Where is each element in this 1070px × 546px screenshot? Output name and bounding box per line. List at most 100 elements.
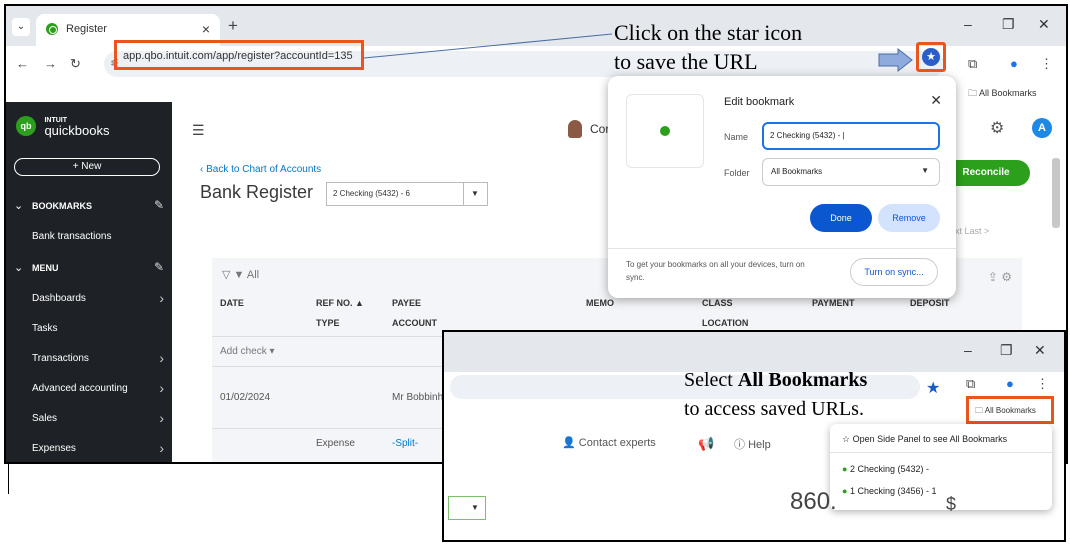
edit-pencil-icon[interactable]: ✎ [154, 198, 164, 212]
turn-on-sync-button[interactable]: Turn on sync... [850, 258, 938, 286]
gear-icon[interactable]: ⚙ [990, 118, 1004, 138]
url-text[interactable]: app.qbo.intuit.com/app/register?accountI… [123, 50, 353, 62]
star-icon[interactable]: ★ [922, 48, 940, 66]
back-to-chart-link[interactable]: ‹ Back to Chart of Accounts [200, 164, 321, 175]
add-check-dropdown[interactable]: Add check ▾ [220, 346, 275, 357]
close-icon[interactable]: ✕ [930, 92, 942, 109]
close-window-button[interactable]: ✕ [1034, 342, 1046, 359]
chevron-right-icon: › [159, 350, 164, 366]
bookmark-item-1-checking[interactable]: ● 1 Checking (3456) - 1 [842, 486, 937, 496]
column-header[interactable]: DATE [220, 298, 244, 308]
done-button[interactable]: Done [810, 204, 872, 232]
chrome-menu-icon[interactable]: ⋮ [1040, 56, 1053, 72]
close-window-button[interactable]: ✕ [1038, 16, 1050, 33]
minimize-button[interactable]: – [964, 342, 972, 358]
divider-line [8, 464, 9, 494]
extensions-icon[interactable]: ⧉ [966, 376, 975, 392]
user-avatar[interactable]: A [1032, 118, 1052, 138]
chevron-right-icon: › [159, 290, 164, 306]
all-bookmarks-button[interactable]: 🗀 All Bookmarks [966, 396, 1054, 424]
chevron-right-icon: › [159, 380, 164, 396]
bookmarks-section[interactable]: ⌄ BOOKMARKS ✎ [6, 192, 172, 222]
column-header[interactable]: TYPE [316, 318, 340, 328]
contact-experts-link[interactable]: 👤 Contact experts [562, 436, 656, 449]
sidebar-item-dashboards[interactable]: Dashboards › [6, 284, 172, 314]
all-bookmarks-folder[interactable]: 🗀 All Bookmarks [968, 86, 1037, 102]
chevron-down-icon: ▼ [921, 166, 929, 175]
sidebar-item-transactions[interactable]: Transactions › [6, 344, 172, 374]
open-side-panel-item[interactable]: ☆ Open Side Panel to see All Bookmarks [842, 434, 1007, 445]
name-label: Name [724, 132, 749, 142]
bookmark-name-input[interactable]: 2 Checking (5432) - | [762, 122, 940, 150]
account-select-value: 2 Checking (5432) - 6 [333, 189, 410, 198]
column-header[interactable]: LOCATION [702, 318, 748, 328]
minimize-button[interactable]: – [964, 16, 972, 32]
brand-big: quickbooks [44, 123, 110, 138]
sidebar-item-advanced-accounting[interactable]: Advanced accounting › [6, 374, 172, 404]
sidebar-item-tasks[interactable]: Tasks [6, 314, 172, 344]
sidebar-item-label: Bank transactions [32, 231, 112, 242]
column-header[interactable]: ACCOUNT [392, 318, 437, 328]
qb-sidebar: qb INTUIT quickbooks + New ⌄ BOOKMARKS ✎… [6, 102, 172, 462]
help-link[interactable]: ⓘ Help [734, 436, 771, 452]
column-header[interactable]: DEPOSIT [910, 298, 950, 308]
column-header[interactable]: PAYEE [392, 298, 421, 308]
sidebar-item-label: Transactions [32, 353, 89, 364]
all-bookmarks-menu: ☆ Open Side Panel to see All Bookmarks ●… [830, 424, 1052, 510]
row-type: Expense [316, 438, 355, 449]
forward-icon[interactable]: → [44, 56, 57, 71]
sidebar-item-expenses[interactable]: Expenses › [6, 434, 172, 462]
row-account[interactable]: -Split- [392, 438, 418, 449]
account-select[interactable]: 2 Checking (5432) - 6 ▼ [326, 182, 488, 206]
chevron-down-icon: ▼ [471, 503, 479, 512]
sidebar-item-label: Sales [32, 413, 58, 424]
tab-search-icon[interactable]: ⌄ [12, 18, 30, 36]
menu-section[interactable]: ⌄ MENU ✎ [6, 254, 172, 284]
edit-bookmark-popup: Edit bookmark ✕ Name 2 Checking (5432) -… [608, 76, 956, 298]
quickbooks-favicon-icon [660, 126, 670, 136]
menu-toggle-icon[interactable]: ☰ [192, 122, 205, 139]
sidebar-item-sales[interactable]: Sales › [6, 404, 172, 434]
tab-close-icon[interactable]: × [202, 21, 210, 37]
contact-experts-link[interactable]: Cor [590, 122, 609, 136]
column-header[interactable]: CLASS [702, 298, 733, 308]
profile-icon[interactable]: ● [1006, 376, 1014, 391]
column-header[interactable]: PAYMENT [812, 298, 855, 308]
tab-title: Register [66, 23, 107, 35]
quickbooks-favicon-icon [46, 23, 58, 35]
row-date: 01/02/2024 [220, 392, 271, 403]
quickbooks-logo: qb INTUIT quickbooks [16, 116, 110, 138]
reload-icon[interactable]: ↻ [70, 56, 81, 72]
star-icon[interactable]: ★ [926, 378, 940, 398]
annotation-star-instruction: Click on the star icon to save the URL [614, 20, 803, 74]
back-icon[interactable]: ← [16, 56, 29, 71]
bookmark-item-2-checking[interactable]: ● 2 Checking (5432) - [842, 464, 929, 474]
account-select[interactable]: ▼ [448, 496, 486, 520]
bookmark-star-button[interactable]: ★ [916, 42, 946, 72]
profile-icon[interactable]: ● [1010, 56, 1018, 71]
remove-button[interactable]: Remove [878, 204, 940, 232]
restore-button[interactable]: ❐ [1002, 16, 1015, 33]
menu-header: MENU [32, 263, 59, 273]
sidebar-item-label: Tasks [32, 323, 58, 334]
chevron-down-icon: ⌄ [14, 200, 24, 212]
extensions-icon[interactable]: ⧉ [968, 56, 977, 72]
bookmark-folder-select[interactable]: All Bookmarks ▼ [762, 158, 940, 186]
restore-button[interactable]: ❐ [1000, 342, 1013, 359]
megaphone-icon[interactable]: 📢 [698, 436, 714, 452]
new-tab-button[interactable]: + [228, 16, 238, 36]
chevron-down-icon: ▼ [471, 189, 479, 198]
chevron-down-icon: ⌄ [14, 262, 24, 274]
sidebar-item-bank-transactions[interactable]: Bank transactions [6, 222, 172, 252]
edit-pencil-icon[interactable]: ✎ [154, 260, 164, 274]
column-header[interactable]: MEMO [586, 298, 614, 308]
page-title: Bank Register [200, 182, 314, 202]
sidebar-item-label: Expenses [32, 443, 76, 454]
bookmarks-header: BOOKMARKS [32, 201, 92, 211]
filter-icon[interactable]: ▽ ▼ All [222, 268, 259, 281]
scrollbar[interactable] [1052, 158, 1060, 228]
column-header[interactable]: REF NO. ▲ [316, 298, 364, 308]
chrome-menu-icon[interactable]: ⋮ [1036, 376, 1049, 392]
export-settings-icons[interactable]: ⇪ ⚙ [988, 270, 1012, 284]
new-button[interactable]: + New [14, 158, 160, 176]
